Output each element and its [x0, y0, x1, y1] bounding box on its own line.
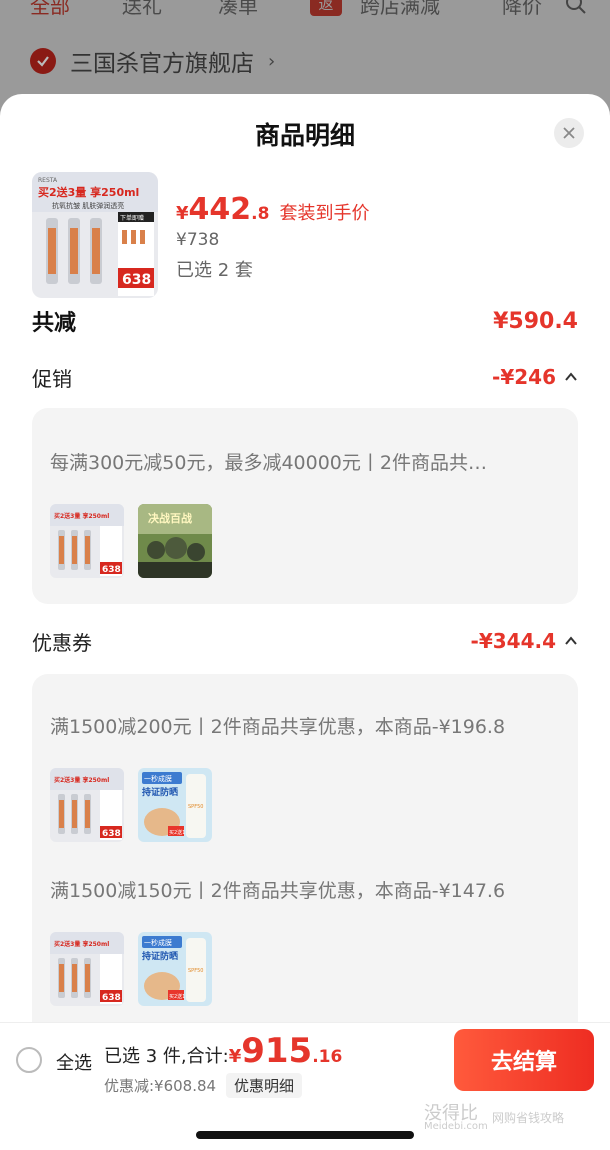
- store-row[interactable]: 三国杀官方旗舰店 ›: [30, 44, 275, 78]
- promotion-value: -¥246: [492, 365, 556, 389]
- price-currency: ¥: [176, 203, 189, 224]
- selected-count: 已选 2 套: [176, 260, 253, 281]
- total-savings-label: 共减: [32, 311, 77, 336]
- tab-price-drop[interactable]: 降价: [502, 0, 542, 19]
- select-all-radio[interactable]: [16, 1047, 42, 1073]
- chevron-right-icon: ›: [268, 50, 276, 72]
- checkout-button[interactable]: 去结算: [454, 1029, 594, 1091]
- promo-item-game-thumbnail[interactable]: 决战百战: [138, 504, 212, 578]
- coupon1-item-serum-thumbnail[interactable]: 买2送3量 享250ml 638: [50, 768, 124, 842]
- store-name: 三国杀官方旗舰店: [70, 51, 254, 77]
- price-tag: 套装到手价: [279, 203, 370, 224]
- svg-text:买2送1: 买2送1: [169, 993, 185, 1000]
- svg-text:买2送1: 买2送1: [169, 829, 185, 836]
- price-decimal: .8: [251, 204, 270, 224]
- checkout-bar: 全选 已选 3 件,合计: ¥ 915 .16 优惠减:¥608.84 优惠明细…: [0, 1022, 610, 1150]
- svg-text:持证防晒: 持证防晒: [142, 950, 178, 962]
- summary-text: 已选 3 件,合计:: [104, 1046, 229, 1067]
- total-integer: 915: [241, 1031, 313, 1071]
- thumb-brand: RESTA: [38, 177, 58, 184]
- coupon-header[interactable]: 优惠券 -¥344.4: [32, 626, 578, 656]
- coupon2-item-serum-thumbnail[interactable]: 买2送3量 享250ml 638: [50, 932, 124, 1006]
- total-savings-value: ¥590.4: [493, 308, 578, 334]
- svg-text:一秒成膜: 一秒成膜: [144, 774, 172, 783]
- order-summary: 已选 3 件,合计: ¥ 915 .16: [104, 1031, 342, 1071]
- svg-text:买2送3量 享250ml: 买2送3量 享250ml: [54, 776, 109, 784]
- svg-text:638: 638: [102, 993, 121, 1003]
- original-price: ¥738: [176, 230, 220, 250]
- watermark-slogan: 网购省钱攻略: [492, 1111, 565, 1125]
- tab-cross-store[interactable]: 跨店满减: [360, 0, 440, 19]
- svg-text:638: 638: [102, 829, 121, 839]
- svg-text:买2送3量 享250ml: 买2送3量 享250ml: [54, 940, 109, 948]
- total-currency: ¥: [228, 1046, 242, 1067]
- thumb-sub: 抗氧抗皱 肌肤弹润透亮: [52, 201, 124, 210]
- close-button[interactable]: [554, 118, 584, 148]
- cross-store-badge: 返: [310, 0, 342, 16]
- chevron-up-icon[interactable]: [564, 370, 578, 384]
- promotion-value-group: -¥246: [492, 365, 578, 389]
- promotion-rule: 每满300元减50元，最多减40000元丨2件商品共…: [50, 452, 487, 474]
- total-decimal: .16: [312, 1047, 343, 1067]
- svg-text:SPF50: SPF50: [188, 804, 203, 810]
- select-all-label[interactable]: 全选: [56, 1049, 92, 1075]
- watermark-url: Meidebi.com: [424, 1121, 488, 1132]
- sheet-title: 商品明细: [254, 121, 355, 150]
- promotion-label: 促销: [32, 366, 72, 391]
- coupon-value-group: -¥344.4: [471, 629, 578, 653]
- product-thumbnail[interactable]: RESTA 买2送3量 享250ml 抗氧抗皱 肌肤弹润透亮 下单即赠 638: [32, 172, 158, 298]
- coupon-value: -¥344.4: [470, 629, 556, 653]
- tab-all[interactable]: 全部: [30, 0, 70, 19]
- game-thumb-text: 决战百战: [148, 511, 192, 525]
- coupon-rule-1: 满1500减200元丨2件商品共享优惠，本商品-¥196.8: [50, 716, 506, 738]
- coupon2-item-sunscreen-thumbnail[interactable]: 一秒成膜 持证防晒 SPF50 买2送1: [138, 932, 212, 1006]
- coupon-label: 优惠券: [32, 630, 92, 655]
- thumb-price: 638: [122, 272, 151, 288]
- price-integer: 442: [188, 192, 252, 227]
- svg-text:持证防晒: 持证防晒: [142, 786, 178, 798]
- discount-amount: 优惠减:¥608.84: [104, 1077, 217, 1095]
- svg-text:638: 638: [102, 565, 121, 575]
- promotion-header[interactable]: 促销 -¥246: [32, 362, 578, 392]
- chevron-up-icon[interactable]: [564, 634, 578, 648]
- bundle-price: ¥ 442 .8 套装到手价: [176, 192, 369, 227]
- coupon1-item-sunscreen-thumbnail[interactable]: 一秒成膜 持证防晒 SPF50 买2送1: [138, 768, 212, 842]
- checkbox-checked-icon[interactable]: [30, 48, 56, 74]
- home-indicator[interactable]: [196, 1131, 414, 1139]
- svg-text:一秒成膜: 一秒成膜: [144, 938, 172, 947]
- coupon-rule-2: 满1500减150元丨2件商品共享优惠，本商品-¥147.6: [50, 880, 506, 902]
- thumb-badge: 下单即赠: [120, 214, 144, 222]
- promotion-card: 每满300元减50元，最多减40000元丨2件商品共… 买2送3量 享250ml…: [32, 408, 578, 604]
- svg-text:买2送3量 享250ml: 买2送3量 享250ml: [54, 512, 109, 520]
- product-summary: RESTA 买2送3量 享250ml 抗氧抗皱 肌肤弹润透亮 下单即赠 638: [32, 172, 578, 298]
- total-savings-row: 共减 ¥590.4: [32, 306, 578, 337]
- discount-detail-link[interactable]: 优惠明细: [226, 1073, 303, 1098]
- search-icon[interactable]: [564, 0, 588, 16]
- detail-sheet: 商品明细 RESTA 买2送3量 享250ml 抗氧抗皱 肌肤弹润透亮 下单即赠…: [0, 94, 610, 1150]
- close-icon: [563, 127, 575, 139]
- category-tabs: 全部 送礼 凑单 返 跨店满减 降价: [0, 0, 610, 20]
- tab-bundle[interactable]: 凑单: [218, 0, 258, 19]
- svg-text:SPF50: SPF50: [188, 968, 203, 974]
- tab-gift[interactable]: 送礼: [122, 0, 162, 19]
- thumb-headline: 买2送3量 享250ml: [38, 185, 139, 199]
- promo-item-serum-thumbnail[interactable]: 买2送3量 享250ml 638: [50, 504, 124, 578]
